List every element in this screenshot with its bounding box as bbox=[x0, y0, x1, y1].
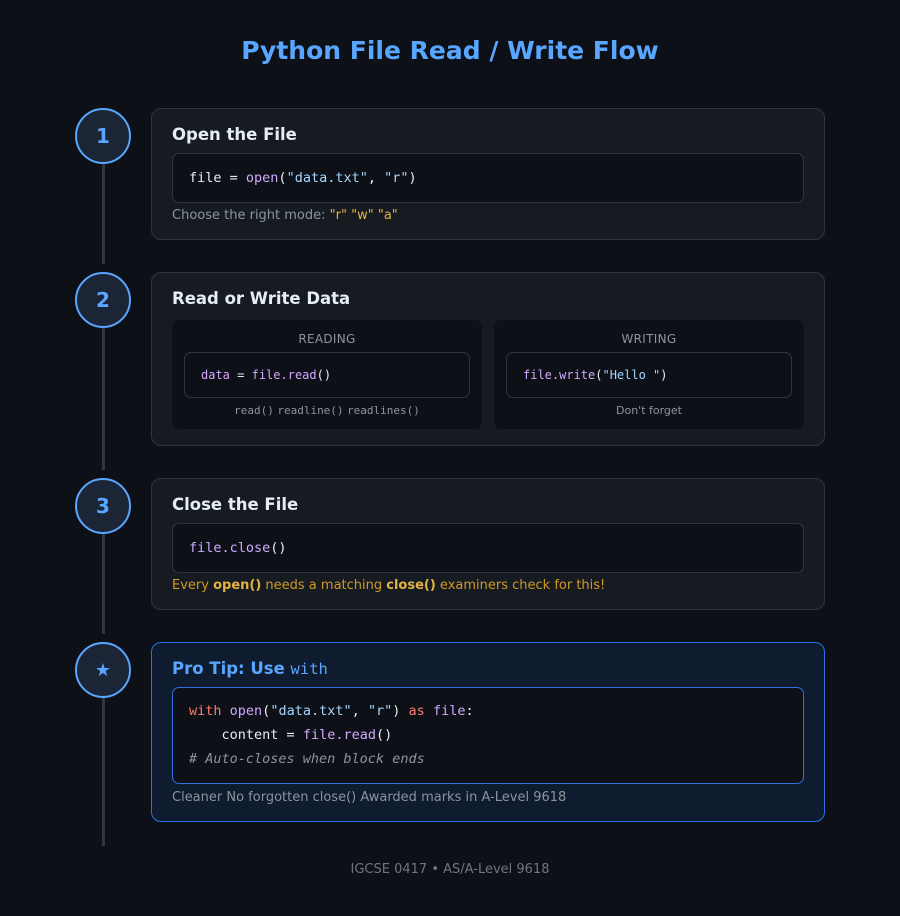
step-card-read-write: Read or Write Data READING data = file.r… bbox=[151, 272, 825, 446]
reading-label: READING bbox=[298, 332, 356, 346]
step-badge-3: 3 bbox=[75, 478, 131, 534]
pro-tip-benefits: Cleaner No forgotten close() Awarded mar… bbox=[172, 790, 567, 805]
code-line: with open("data.txt", "r") as file: bbox=[189, 703, 474, 719]
with-code-block: with open("data.txt", "r") as file: cont… bbox=[172, 687, 804, 784]
read-methods: read() readline() readlines() bbox=[234, 404, 420, 417]
timeline-connector bbox=[102, 534, 105, 634]
step-badge-2: 2 bbox=[75, 272, 131, 328]
step-card-close: Close the File file.close() Every open()… bbox=[151, 478, 825, 610]
writing-code: file.write("Hello ") bbox=[506, 352, 792, 398]
mode-hint: Choose the right mode: "r" "w" "a" bbox=[172, 208, 398, 223]
pro-tip-title: Pro Tip: Use with bbox=[172, 659, 328, 678]
writing-label: WRITING bbox=[621, 332, 677, 346]
code-block: file.close() bbox=[172, 523, 804, 573]
pro-tip-card: Pro Tip: Use with with open("data.txt", … bbox=[151, 642, 825, 822]
writing-panel: WRITING file.write("Hello ") Don't forge… bbox=[494, 320, 804, 429]
write-note: Don't forget bbox=[616, 404, 682, 417]
footer: IGCSE 0417 • AS/A-Level 9618 bbox=[350, 862, 550, 877]
star-icon: ★ bbox=[75, 642, 131, 698]
timeline-connector bbox=[102, 328, 105, 470]
close-warning: Every open() needs a matching close() ex… bbox=[172, 578, 606, 593]
reading-code: data = file.read() bbox=[184, 352, 470, 398]
code-block: file = open("data.txt", "r") bbox=[172, 153, 804, 203]
code-comment: # Auto-closes when block ends bbox=[189, 751, 425, 767]
reading-panel: READING data = file.read() read() readli… bbox=[172, 320, 482, 429]
step-title: Open the File bbox=[172, 125, 297, 144]
step-badge-1: 1 bbox=[75, 108, 131, 164]
page-title: Python File Read / Write Flow bbox=[241, 36, 659, 65]
step-title: Close the File bbox=[172, 495, 299, 514]
step-title: Read or Write Data bbox=[172, 289, 351, 308]
step-card-open: Open the File file = open("data.txt", "r… bbox=[151, 108, 825, 240]
timeline-connector bbox=[102, 164, 105, 264]
timeline-connector bbox=[102, 698, 105, 846]
code-line: content = file.read() bbox=[221, 727, 393, 743]
